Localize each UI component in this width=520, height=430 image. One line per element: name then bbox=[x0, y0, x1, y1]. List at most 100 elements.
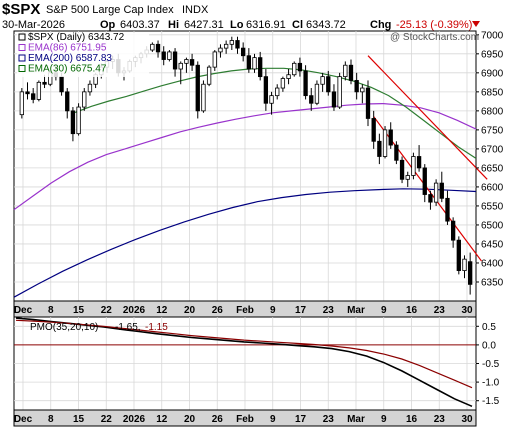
candle-body bbox=[235, 40, 240, 49]
candle-body bbox=[331, 91, 337, 108]
candle bbox=[433, 179, 439, 206]
candle-body bbox=[280, 78, 286, 89]
price-xtick-label: 22 bbox=[101, 305, 113, 316]
candle-body bbox=[399, 159, 405, 180]
candle-body bbox=[76, 106, 81, 135]
candle-body bbox=[394, 144, 399, 161]
price-xtick-label: 9 bbox=[381, 305, 387, 316]
price-xtick-label: 8 bbox=[48, 305, 54, 316]
change-label: Chg bbox=[370, 19, 391, 31]
pmo-xtick-label: 15 bbox=[73, 414, 85, 425]
candle-body bbox=[263, 76, 269, 104]
candle-body bbox=[19, 91, 24, 116]
price-xtick-label: 12 bbox=[156, 305, 168, 316]
price-ytick-label: 6400 bbox=[481, 258, 504, 269]
candle-body bbox=[241, 47, 246, 57]
candle-body bbox=[320, 76, 325, 85]
candle-body bbox=[314, 83, 320, 104]
candle-body bbox=[456, 239, 461, 271]
candle-body bbox=[292, 62, 297, 76]
candle-body bbox=[246, 55, 251, 70]
candle-body bbox=[87, 83, 93, 93]
chart-exchange: INDX bbox=[182, 4, 209, 16]
candle-body bbox=[167, 51, 172, 60]
price-ytick-label: 6800 bbox=[481, 106, 504, 117]
candle-body bbox=[184, 59, 189, 64]
pmo-xtick-label: 8 bbox=[48, 414, 54, 425]
candle-body bbox=[212, 51, 217, 68]
candle-body bbox=[428, 194, 433, 203]
candle-body bbox=[462, 258, 467, 271]
pmo-xtick-label: Feb bbox=[236, 414, 254, 425]
candle bbox=[19, 88, 24, 119]
candle-body bbox=[439, 182, 444, 199]
pmo-xtick-label: 20 bbox=[184, 414, 196, 425]
candle-body bbox=[65, 91, 70, 112]
price-xtick-label: 23 bbox=[434, 305, 446, 316]
candle-body bbox=[31, 93, 36, 100]
candle bbox=[411, 152, 416, 180]
candle-body bbox=[326, 76, 331, 93]
stock-chart: $SPX S&P 500 Large Cap Index INDX 30-Mar… bbox=[2, 1, 504, 427]
candle-body bbox=[445, 197, 450, 222]
watermark: @ StockCharts.com bbox=[390, 32, 479, 43]
candle-body bbox=[337, 76, 342, 108]
price-ytick-label: 6350 bbox=[481, 277, 504, 288]
candle-body bbox=[172, 51, 178, 70]
candle bbox=[314, 80, 320, 106]
pmo-ytick-label: -1.5 bbox=[482, 396, 500, 407]
price-ytick-label: 6650 bbox=[481, 163, 504, 174]
chart-symbol: $SPX bbox=[2, 1, 40, 18]
candle-body bbox=[195, 64, 200, 112]
price-ytick-label: 6700 bbox=[481, 144, 504, 155]
price-ytick-label: 6500 bbox=[481, 220, 504, 231]
price-xtick-label: 17 bbox=[295, 305, 307, 316]
price-xtick-label: 23 bbox=[323, 305, 335, 316]
open-value: 6403.37 bbox=[120, 19, 160, 31]
candle-body bbox=[42, 81, 47, 85]
close-value: 6343.72 bbox=[306, 19, 346, 31]
candle-body bbox=[433, 182, 439, 203]
candle bbox=[394, 141, 399, 165]
price-ytick-label: 6550 bbox=[481, 201, 504, 212]
candle-body bbox=[411, 156, 416, 176]
price-ytick-label: 6900 bbox=[481, 68, 504, 79]
legend-entry: $SPX (Daily) 6343.72 bbox=[28, 32, 125, 43]
price-xtick-label: 30 bbox=[461, 305, 473, 316]
pmo-xtick-label: 23 bbox=[434, 414, 446, 425]
candle-body bbox=[59, 76, 64, 93]
price-ytick-label: 7000 bbox=[481, 30, 504, 41]
candle bbox=[195, 61, 200, 119]
candle-body bbox=[150, 43, 155, 51]
candle-body bbox=[309, 95, 314, 104]
pmo-xtick-label: 16 bbox=[406, 414, 418, 425]
price-xtick-label: Dec bbox=[14, 305, 33, 316]
candle-body bbox=[388, 129, 393, 146]
pmo-xtick-label: 9 bbox=[270, 414, 276, 425]
price-ytick-label: 6450 bbox=[481, 239, 504, 250]
pmo-legend-value: -1.65, bbox=[115, 322, 141, 333]
candle bbox=[292, 61, 297, 77]
pmo-ytick-label: 0.0 bbox=[482, 340, 496, 351]
down-arrow-icon bbox=[472, 21, 480, 27]
candle-body bbox=[405, 175, 410, 180]
pmo-xtick-label: Dec bbox=[14, 414, 33, 425]
chart-name: S&P 500 Large Cap Index bbox=[46, 4, 174, 16]
candle-body bbox=[377, 140, 382, 157]
candle-body bbox=[201, 83, 206, 112]
candle bbox=[456, 236, 461, 275]
pmo-legend-prefix: PMO(35,20,10) bbox=[30, 322, 98, 333]
candle-body bbox=[223, 43, 229, 49]
candle-body bbox=[416, 156, 422, 169]
candle-body bbox=[360, 87, 365, 93]
price-xtick-label: 15 bbox=[73, 305, 85, 316]
candle-body bbox=[354, 80, 359, 93]
close-label: Cl bbox=[292, 19, 303, 31]
candle-body bbox=[70, 110, 76, 135]
change-value: -25.13 (-0.39%) bbox=[396, 19, 472, 31]
price-ytick-label: 6950 bbox=[481, 49, 504, 60]
candle-body bbox=[343, 64, 348, 78]
candle bbox=[206, 65, 212, 87]
pmo-xtick-label: 9 bbox=[381, 414, 387, 425]
candle-body bbox=[297, 62, 303, 72]
